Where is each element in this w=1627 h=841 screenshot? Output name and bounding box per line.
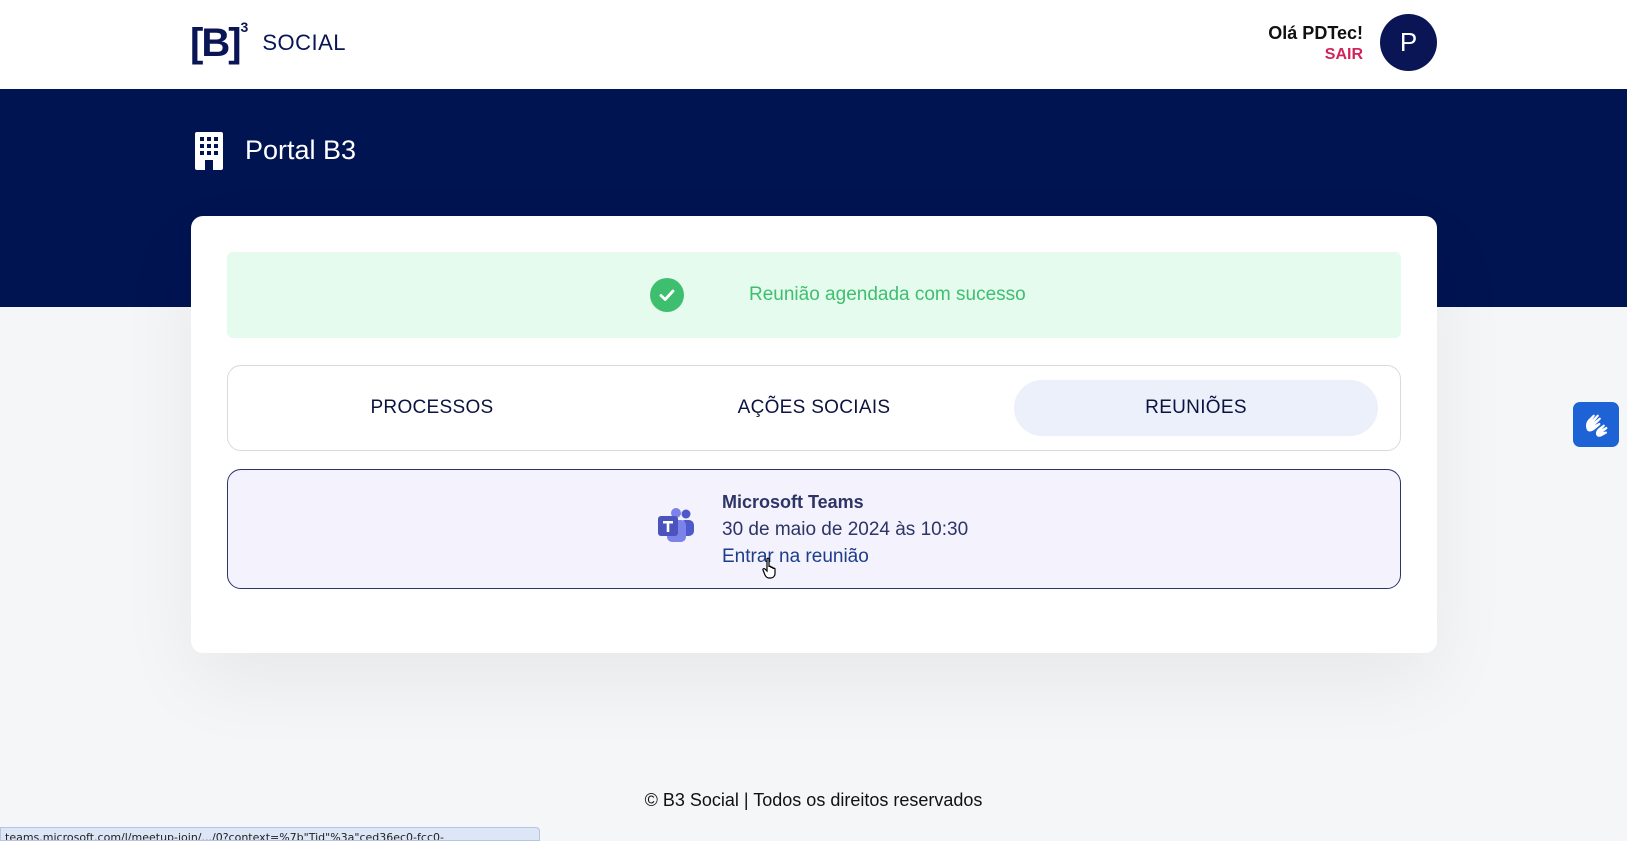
success-alert: Reunião agendada com sucesso [227, 252, 1401, 338]
browser-status-url: teams.microsoft.com/l/meetup-join/.../0?… [0, 827, 540, 841]
page-title: Portal B3 [245, 135, 357, 165]
footer-copyright: © B3 Social | Todos os direitos reservad… [644, 790, 983, 810]
b3-social-logo[interactable]: [B] 3 SOCIAL [190, 18, 346, 68]
alert-message: Reunião agendada com sucesso [749, 284, 1026, 305]
tab-acoes-sociais[interactable]: AÇÕES SOCIAIS [632, 380, 996, 436]
building-icon [195, 132, 223, 170]
meeting-card: Microsoft Teams 30 de maio de 2024 às 10… [227, 469, 1401, 589]
tab-bar: PROCESSOS AÇÕES SOCIAIS REUNIÕES [227, 365, 1401, 451]
sign-language-icon [1586, 414, 1608, 437]
top-bar: [B] 3 SOCIAL Olá PDTec! SAIR P [0, 0, 1627, 89]
avatar[interactable]: P [1380, 14, 1437, 71]
teams-icon [658, 508, 694, 542]
tab-processos[interactable]: PROCESSOS [250, 380, 614, 436]
user-greeting: Olá PDTec! [1268, 23, 1363, 43]
tab-reunioes[interactable]: REUNIÕES [1014, 380, 1378, 436]
logo-superscript: 3 [240, 19, 249, 35]
check-circle-icon [650, 278, 684, 312]
sign-language-accessibility-button[interactable] [1573, 402, 1619, 447]
main-card: Reunião agendada com sucesso PROCESSOS A… [191, 216, 1437, 653]
logout-link[interactable]: SAIR [1268, 44, 1363, 66]
user-menu: Olá PDTec! SAIR [1268, 22, 1363, 66]
meeting-date: 30 de maio de 2024 às 10:30 [722, 519, 969, 540]
hand-cursor-icon [762, 557, 776, 579]
logo-word: SOCIAL [262, 30, 347, 55]
join-meeting-link[interactable]: Entrar na reunião [722, 546, 869, 568]
meeting-platform: Microsoft Teams [722, 492, 864, 512]
logo-mark: [B] [190, 20, 242, 65]
